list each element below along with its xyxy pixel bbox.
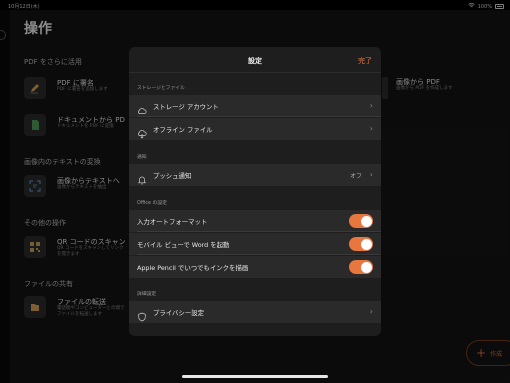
shield-icon [137, 307, 147, 322]
row-label: プライバシー設定 [153, 309, 204, 317]
row-mobile-view-word: モバイル ビューで Word を起動 [129, 233, 381, 255]
cloud-icon [137, 101, 147, 114]
home-indicator[interactable] [182, 375, 328, 378]
row-privacy-settings[interactable]: プライバシー設定 › [129, 301, 381, 323]
toggle-knob [360, 238, 372, 250]
toggle-knob [360, 215, 372, 227]
apple-pencil-toggle[interactable] [349, 260, 373, 274]
group-heading-storage: ストレージとファイル [137, 86, 185, 91]
done-button[interactable]: 完了 [358, 56, 372, 66]
modal-header: 設定 完了 [129, 47, 381, 73]
row-offline-files[interactable]: オフライン ファイル › [129, 118, 381, 140]
push-notifications-value: オフ [349, 173, 362, 180]
row-label: 入力オートフォーマット [137, 218, 208, 226]
row-label: プッシュ通知 [153, 172, 192, 180]
toggle-knob [360, 261, 372, 273]
row-label: ストレージ アカウント [153, 103, 219, 111]
settings-modal: 設定 完了 ストレージとファイル ストレージ アカウント › オフライン ファイ… [129, 47, 381, 336]
autoformat-toggle[interactable] [349, 214, 373, 228]
row-label: オフライン ファイル [153, 126, 213, 134]
row-autoformat: 入力オートフォーマット [129, 210, 381, 232]
bell-icon [137, 170, 147, 185]
chevron-right-icon: › [369, 101, 373, 110]
row-storage-account[interactable]: ストレージ アカウント › [129, 95, 381, 117]
modal-title: 設定 [248, 57, 262, 65]
group-heading-advanced: 詳細設定 [137, 292, 157, 297]
mobile-view-toggle[interactable] [349, 237, 373, 251]
chevron-right-icon: › [369, 170, 373, 179]
row-label: Apple Pencil でいつでもインクを描画 [137, 264, 249, 272]
chevron-right-icon: › [369, 124, 373, 133]
cloud-download-icon [137, 124, 147, 139]
group-heading-office: Office の設定 [137, 201, 167, 206]
row-label: モバイル ビューで Word を起動 [137, 241, 230, 249]
row-apple-pencil-ink: Apple Pencil でいつでもインクを描画 [129, 256, 381, 278]
row-push-notifications[interactable]: プッシュ通知 オフ › [129, 164, 381, 186]
chevron-right-icon: › [369, 307, 373, 316]
group-heading-notifications: 通知 [137, 155, 147, 160]
